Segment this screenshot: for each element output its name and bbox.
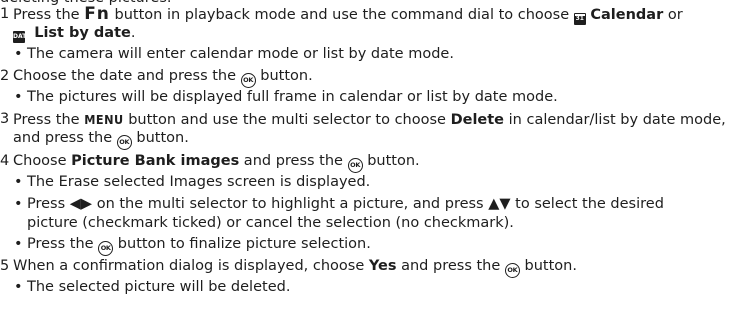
bullet-text: The selected picture will be deleted. [27,279,291,295]
ok-button-icon: OK [347,158,363,173]
step-number: 4 [0,153,10,169]
bullet-marker: • [14,174,23,190]
calendar-option: Calendar [590,7,664,23]
ok-button-icon: OK [504,263,520,278]
yes-option: Yes [368,258,397,274]
ok-button-icon: OK [240,73,256,88]
step-text: Choose Picture Bank images and press the… [13,152,420,173]
bullet-marker: • [14,196,23,212]
bullet-text: Press ◀▶ on the multi selector to highli… [27,196,664,212]
list-by-date-icon: DATE [13,31,30,43]
bullet-marker: • [14,46,23,62]
up-down-arrows-icon: ▲▼ [488,196,511,212]
ok-button-icon: OK [116,135,132,150]
delete-option: Delete [450,112,505,128]
step-number: 3 [0,111,10,127]
list-by-date-option: List by date [34,25,131,41]
bullet-marker: • [14,279,23,295]
step-text: When a confirmation dialog is displayed,… [13,257,577,278]
ok-button-icon: OK [98,241,114,256]
left-right-arrows-icon: ◀▶ [69,196,93,212]
bullet-marker: • [14,236,23,252]
step-number: 1 [0,6,10,22]
step-text: Press the Fn button in playback mode and… [13,4,683,25]
step-number: 2 [0,68,10,84]
step-text: Choose the date and press the OK button. [13,67,313,88]
step-number: 5 [0,258,10,274]
bullet-text: The camera will enter calendar mode or l… [27,46,454,62]
bullet-text: The pictures will be displayed full fram… [27,89,558,105]
menu-button-label: MENU [84,112,124,127]
fn-button-label: Fn [84,4,110,24]
step-text: Press the MENU button and use the multi … [13,112,726,128]
picture-bank-option: Picture Bank images [71,153,240,169]
bullet-text: Press the OK button to finalize picture … [27,235,371,256]
calendar-icon: 31 [573,13,586,25]
bullet-marker: • [14,89,23,105]
step-text-cont: DATE List by date. [13,25,136,43]
step-text-cont: and press the OK button. [13,129,189,150]
bullet-text-cont: picture (checkmark ticked) or cancel the… [27,215,514,231]
bullet-text: The Erase selected Images screen is disp… [27,174,371,190]
